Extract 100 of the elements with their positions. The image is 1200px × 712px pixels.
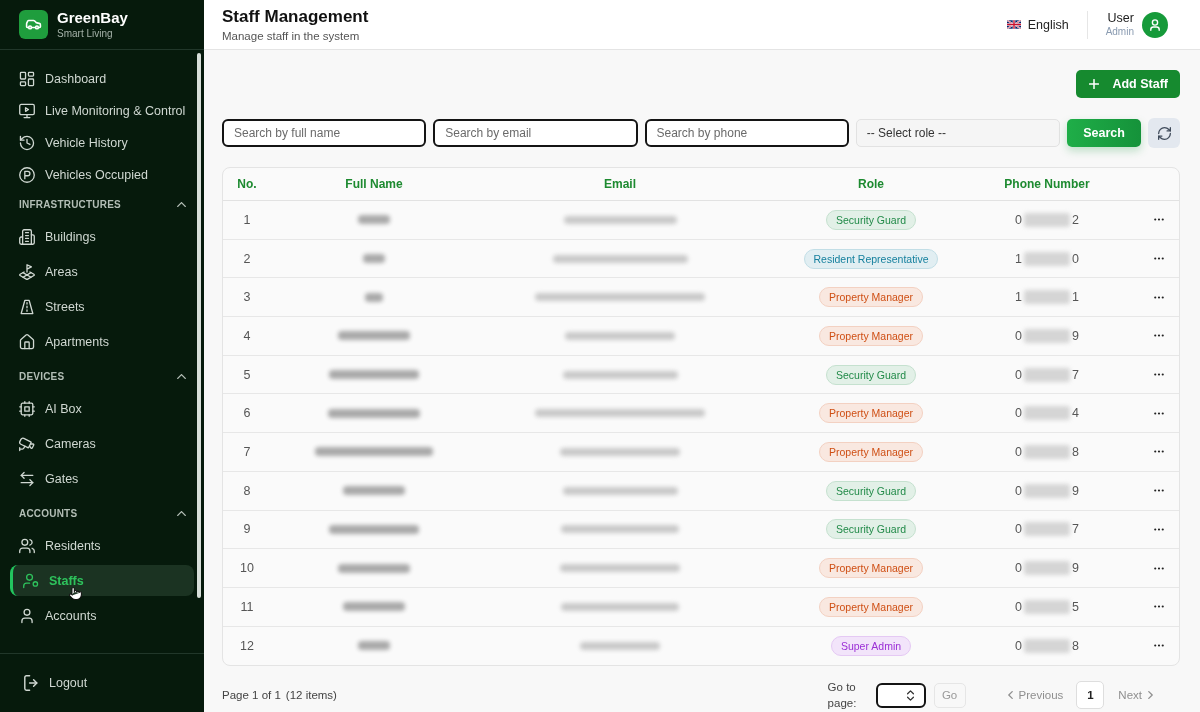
blurred-text bbox=[1024, 561, 1070, 576]
phone-text: 8 bbox=[1072, 638, 1079, 653]
nav-item[interactable]: Vehicles Occupied bbox=[10, 160, 194, 190]
page-info: Page 1 of 1 bbox=[222, 689, 281, 702]
user-gear-icon bbox=[23, 572, 39, 589]
more-dots-icon bbox=[1154, 450, 1164, 454]
row-number: 10 bbox=[240, 561, 254, 576]
role-tag: Super Admin bbox=[830, 635, 912, 656]
road-icon bbox=[19, 298, 35, 315]
phone-text: 0 bbox=[1015, 212, 1022, 227]
phone-text: 9 bbox=[1072, 483, 1079, 498]
row-number: 7 bbox=[243, 444, 251, 459]
phone-text: 4 bbox=[1072, 406, 1079, 421]
blurred-text bbox=[1024, 328, 1070, 343]
page-button[interactable]: 1 bbox=[1076, 681, 1105, 710]
blurred-text bbox=[363, 254, 385, 264]
user-name: User bbox=[1106, 11, 1134, 26]
building-icon bbox=[19, 228, 35, 245]
more-dots-icon bbox=[1154, 218, 1164, 222]
search-field[interactable]: Search by email bbox=[433, 119, 638, 147]
blurred-text bbox=[358, 215, 390, 225]
nav-item[interactable]: Areas bbox=[10, 256, 194, 287]
add-staff-button[interactable]: Add Staff bbox=[1076, 70, 1180, 98]
role-select[interactable]: -- Select role -- bbox=[855, 119, 1060, 147]
phone-text: 0 bbox=[1015, 522, 1022, 537]
more-dots-icon bbox=[1154, 489, 1164, 493]
page-number-field[interactable] bbox=[875, 682, 926, 708]
section-toggle[interactable]: ACCOUNTS bbox=[0, 501, 204, 525]
role-tag: Property Manager bbox=[818, 325, 923, 346]
row-number: 8 bbox=[243, 483, 251, 498]
phone-text: 0 bbox=[1015, 367, 1022, 382]
phone-text: 9 bbox=[1072, 328, 1079, 343]
blurred-text bbox=[343, 602, 405, 612]
phone-text: 0 bbox=[1015, 406, 1022, 421]
spinner-arrows-icon bbox=[906, 689, 914, 701]
nav-item[interactable]: Dashboard bbox=[10, 64, 194, 94]
search-field[interactable]: Search by full name bbox=[222, 119, 427, 147]
phone-text: 7 bbox=[1072, 522, 1079, 537]
arrows-left-right-icon bbox=[19, 470, 35, 487]
user-icon bbox=[19, 607, 35, 624]
nav-item[interactable]: Staffs bbox=[10, 565, 194, 596]
phone-text: 0 bbox=[1072, 251, 1079, 266]
blurred-text bbox=[1024, 444, 1070, 459]
nav-item[interactable]: AI Box bbox=[10, 393, 194, 424]
uk-flag-icon bbox=[1006, 20, 1021, 29]
section-toggle[interactable]: DEVICES bbox=[0, 364, 204, 388]
phone-text: 0 bbox=[1015, 561, 1022, 576]
scrollbar[interactable] bbox=[197, 53, 201, 598]
more-dots-icon bbox=[1154, 566, 1164, 570]
nav-item[interactable]: Residents bbox=[10, 530, 194, 561]
phone-text: 0 bbox=[1015, 638, 1022, 653]
nav-item[interactable]: Accounts bbox=[10, 600, 194, 631]
nav-item[interactable]: Live Monitoring & Control bbox=[10, 96, 194, 126]
nav-item[interactable]: Apartments bbox=[10, 326, 194, 357]
role-tag: Security Guard bbox=[826, 519, 916, 540]
chip-icon bbox=[19, 400, 35, 417]
phone-text: 1 bbox=[1072, 290, 1079, 305]
blurred-text bbox=[1024, 483, 1070, 498]
land-plot-icon bbox=[19, 263, 35, 280]
language-button[interactable]: English bbox=[1006, 17, 1069, 32]
item-count: (12 items) bbox=[285, 689, 337, 702]
refresh-icon bbox=[1157, 126, 1171, 140]
more-dots-icon bbox=[1154, 644, 1164, 648]
search-field[interactable]: Search by phone bbox=[644, 119, 849, 147]
nav-item[interactable]: Vehicle History bbox=[10, 128, 194, 158]
phone-text: 1 bbox=[1015, 290, 1022, 305]
users-icon bbox=[19, 537, 35, 554]
row-number: 9 bbox=[243, 522, 251, 537]
section-toggle[interactable]: INFRASTRUCTURES bbox=[0, 192, 204, 216]
row-number: 11 bbox=[240, 599, 254, 614]
chevron-up-icon bbox=[177, 373, 186, 379]
cctv-camera-icon bbox=[19, 435, 35, 452]
column-header: No. bbox=[237, 177, 257, 191]
nav-item[interactable]: Streets bbox=[10, 291, 194, 322]
blurred-text bbox=[1024, 599, 1070, 614]
brand-name: GreenBay bbox=[57, 9, 128, 27]
role-tag: Property Manager bbox=[818, 287, 923, 308]
logout-button[interactable]: Logout bbox=[16, 671, 96, 695]
nav-item[interactable]: Gates bbox=[10, 463, 194, 494]
blurred-text bbox=[1024, 290, 1070, 305]
more-dots-icon bbox=[1154, 527, 1164, 531]
more-dots-icon bbox=[1154, 295, 1164, 299]
phone-text: 8 bbox=[1072, 444, 1079, 459]
blurred-text bbox=[1024, 367, 1070, 382]
column-header: Role bbox=[858, 177, 884, 191]
user-avatar-icon[interactable] bbox=[1142, 11, 1168, 38]
chevron-up-icon bbox=[177, 510, 186, 516]
brand-tagline: Smart Living bbox=[57, 28, 114, 40]
user-role: Admin bbox=[1105, 26, 1134, 38]
refresh-button[interactable] bbox=[1148, 118, 1180, 148]
nav-item[interactable]: Buildings bbox=[10, 221, 194, 252]
chevron-left-icon bbox=[1007, 691, 1013, 700]
monitor-play-icon bbox=[19, 103, 35, 119]
phone-text: 7 bbox=[1072, 367, 1079, 382]
nav-item[interactable]: Cameras bbox=[10, 428, 194, 459]
role-tag: Property Manager bbox=[818, 441, 923, 462]
house-icon bbox=[19, 333, 35, 350]
role-tag: Resident Representative bbox=[803, 248, 939, 269]
row-number: 3 bbox=[243, 290, 251, 305]
more-dots-icon bbox=[1154, 257, 1164, 261]
